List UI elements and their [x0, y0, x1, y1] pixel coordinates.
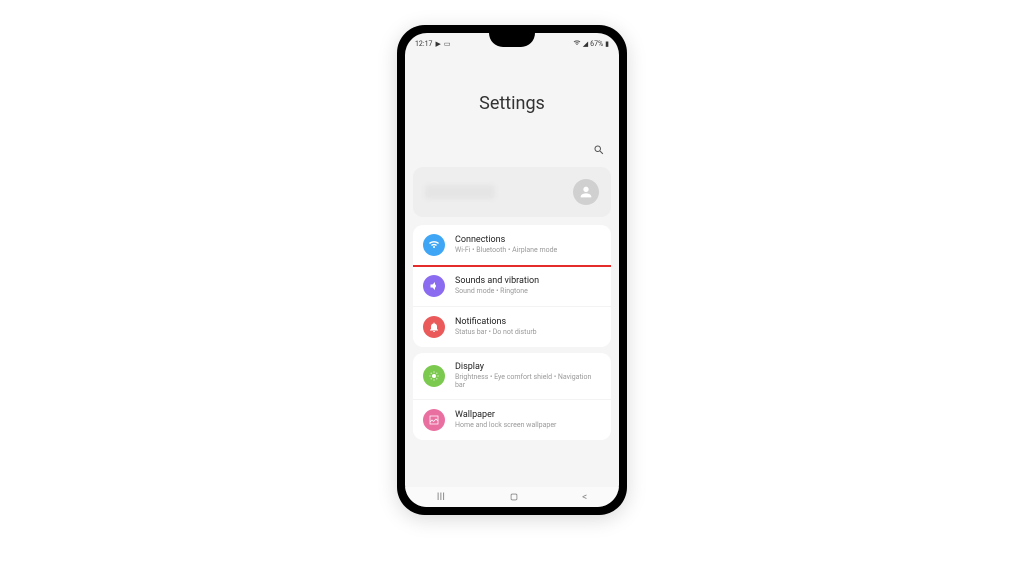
- settings-item-connections[interactable]: Connections Wi-Fi • Bluetooth • Airplane…: [413, 225, 611, 265]
- status-time: 12:17: [415, 40, 432, 48]
- nav-recents[interactable]: III: [437, 492, 445, 503]
- settings-item-wallpaper[interactable]: Wallpaper Home and lock screen wallpaper: [413, 399, 611, 440]
- nav-home[interactable]: [509, 492, 519, 502]
- phone-frame: 12:17 ▶ ▭ ◢ 67% ▮ Settings: [397, 25, 627, 515]
- settings-header: Settings: [405, 53, 619, 144]
- account-name-blurred: [425, 185, 495, 199]
- wifi-icon: [573, 39, 581, 49]
- page-title: Settings: [405, 93, 619, 114]
- item-subtitle: Sound mode • Ringtone: [455, 287, 539, 295]
- nav-back[interactable]: <: [582, 492, 587, 503]
- item-subtitle: Status bar • Do not disturb: [455, 328, 537, 336]
- sound-icon: [423, 275, 445, 297]
- search-icon[interactable]: [593, 144, 605, 159]
- account-card[interactable]: [413, 167, 611, 217]
- card-icon: ▭: [444, 40, 451, 48]
- item-subtitle: Brightness • Eye comfort shield • Naviga…: [455, 373, 601, 390]
- item-title: Display: [455, 362, 601, 373]
- settings-group-1: Connections Wi-Fi • Bluetooth • Airplane…: [413, 225, 611, 347]
- navigation-bar: III <: [405, 487, 619, 507]
- item-subtitle: Home and lock screen wallpaper: [455, 421, 556, 429]
- settings-item-sounds[interactable]: Sounds and vibration Sound mode • Ringto…: [413, 265, 611, 306]
- settings-item-display[interactable]: Display Brightness • Eye comfort shield …: [413, 353, 611, 399]
- avatar[interactable]: [573, 179, 599, 205]
- item-title: Connections: [455, 235, 557, 246]
- item-title: Wallpaper: [455, 410, 556, 421]
- item-title: Sounds and vibration: [455, 276, 539, 287]
- phone-notch: [489, 33, 535, 47]
- settings-item-notifications[interactable]: Notifications Status bar • Do not distur…: [413, 306, 611, 347]
- wallpaper-icon: [423, 409, 445, 431]
- item-title: Notifications: [455, 317, 537, 328]
- battery-text: 67%: [590, 40, 603, 48]
- item-subtitle: Wi-Fi • Bluetooth • Airplane mode: [455, 246, 557, 254]
- bell-icon: [423, 316, 445, 338]
- phone-screen: 12:17 ▶ ▭ ◢ 67% ▮ Settings: [405, 33, 619, 507]
- wifi-icon: [423, 234, 445, 256]
- signal-icon: ◢: [583, 40, 588, 48]
- display-icon: [423, 365, 445, 387]
- video-icon: ▶: [435, 40, 440, 48]
- battery-icon: ▮: [605, 40, 609, 48]
- settings-group-2: Display Brightness • Eye comfort shield …: [413, 353, 611, 440]
